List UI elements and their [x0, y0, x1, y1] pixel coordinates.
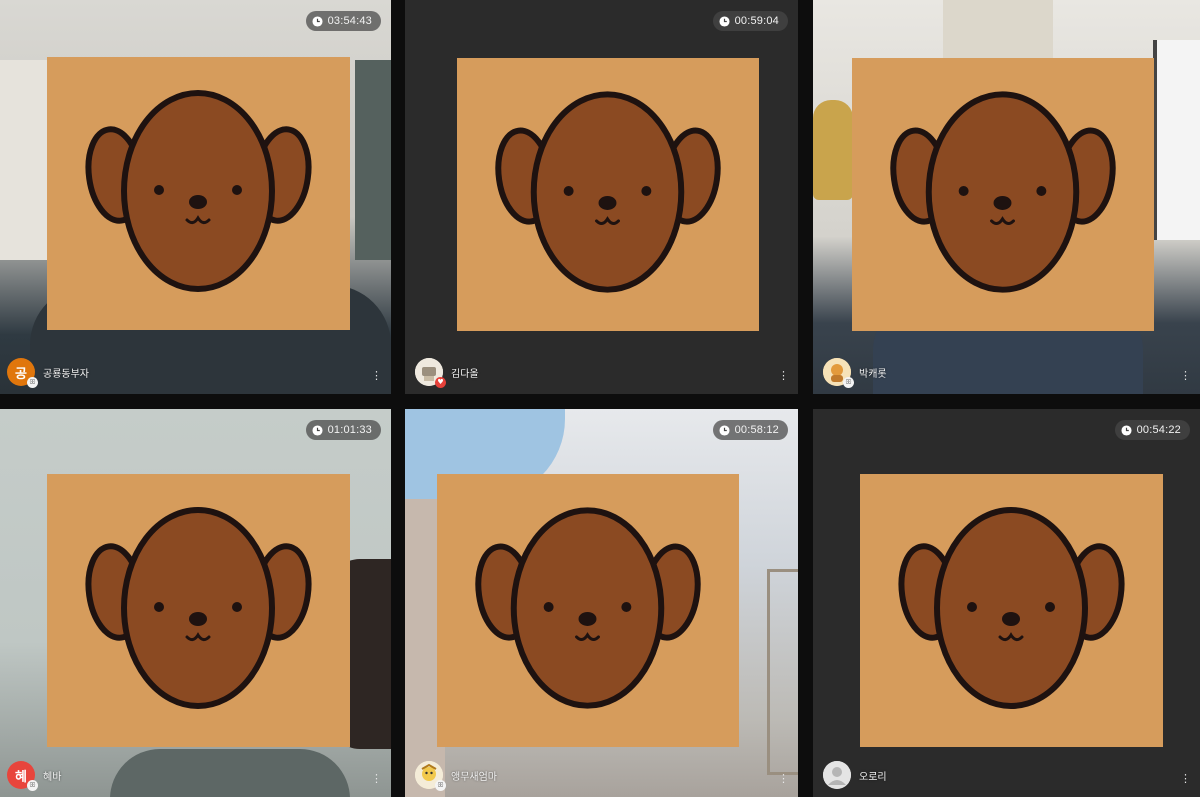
default-user-icon — [823, 761, 851, 789]
participant-label: ꕥ 박캐롯 — [823, 358, 887, 388]
avatar-initial: 공 — [15, 366, 27, 382]
avatar — [823, 761, 851, 789]
background-pillar — [355, 60, 391, 260]
session-timer: 01:01:33 — [305, 420, 381, 440]
participant-name: 박캐롯 — [859, 368, 887, 380]
avatar: 혜 ꕥ — [7, 761, 38, 791]
participant-tile[interactable]: 00:54:22 오로리 ⋮ — [813, 409, 1200, 797]
participant-name: 김다올 — [451, 368, 479, 380]
bear-face-icon — [475, 507, 701, 709]
clock-icon — [312, 15, 323, 27]
more-vertical-icon[interactable]: ⋮ — [371, 773, 382, 785]
bear-face-cover — [437, 474, 739, 747]
clock-icon — [1121, 424, 1132, 436]
timer-text: 00:58:12 — [734, 424, 779, 436]
bear-face-icon — [85, 90, 312, 292]
participant-label: 공 ꕥ 공룡동부자 — [7, 358, 89, 388]
avatar: 공 ꕥ — [7, 358, 38, 388]
background-shelf — [767, 569, 798, 775]
more-vertical-icon[interactable]: ⋮ — [778, 773, 789, 785]
participant-label: ♥ 김다올 — [415, 358, 479, 388]
background-window — [1153, 40, 1200, 240]
avatar: ꕥ — [415, 761, 446, 791]
participant-label: ꕥ 앵무새엄마 — [415, 761, 497, 791]
participant-name: 공룡동부자 — [43, 368, 89, 380]
background-pillar — [943, 0, 1053, 60]
avatar-badge-icon: ꕥ — [435, 780, 446, 791]
timer-text: 00:54:22 — [1136, 424, 1181, 436]
session-timer: 00:54:22 — [1114, 420, 1190, 440]
participant-name: 혜바 — [43, 771, 62, 783]
bear-face-cover — [852, 58, 1154, 331]
bear-face-cover — [457, 58, 759, 331]
participant-tile[interactable]: 01:01:33 혜 ꕥ 혜바 ⋮ — [0, 409, 391, 797]
session-timer: 00:58:12 — [712, 420, 788, 440]
avatar: ꕥ — [823, 358, 854, 388]
avatar-initial: 혜 — [15, 769, 27, 785]
bear-face-cover — [47, 474, 350, 747]
clock-icon — [312, 424, 323, 436]
avatar-badge-icon: ♥ — [435, 377, 446, 388]
person-silhouette — [110, 749, 350, 797]
more-vertical-icon[interactable]: ⋮ — [371, 370, 382, 382]
video-grid: 03:54:43 공 ꕥ 공룡동부자 ⋮ 00:59:04 ♥ 김다올 ⋮ ꕥ … — [0, 0, 1200, 797]
bear-face-cover — [47, 57, 350, 330]
more-vertical-icon[interactable]: ⋮ — [1180, 370, 1191, 382]
participant-name: 오로리 — [859, 771, 887, 783]
participant-tile[interactable]: 00:59:04 ♥ 김다올 ⋮ — [405, 0, 798, 394]
participant-label: 혜 ꕥ 혜바 — [7, 761, 62, 791]
participant-tile[interactable]: ꕥ 박캐롯 ⋮ — [813, 0, 1200, 394]
more-vertical-icon[interactable]: ⋮ — [1180, 773, 1191, 785]
timer-text: 01:01:33 — [327, 424, 372, 436]
participant-name: 앵무새엄마 — [451, 771, 497, 783]
bear-face-icon — [495, 91, 721, 293]
participant-tile[interactable]: 03:54:43 공 ꕥ 공룡동부자 ⋮ — [0, 0, 391, 394]
more-vertical-icon[interactable]: ⋮ — [778, 370, 789, 382]
background-statue — [813, 100, 853, 200]
clock-icon — [719, 15, 730, 27]
bear-face-icon — [85, 507, 312, 709]
avatar-badge-icon: ꕥ — [27, 780, 38, 791]
bear-face-icon — [890, 91, 1116, 293]
participant-tile[interactable]: 00:58:12 ꕥ 앵무새엄마 ⋮ — [405, 409, 798, 797]
session-timer: 03:54:43 — [305, 11, 381, 31]
clock-icon — [719, 424, 730, 436]
avatar: ♥ — [415, 358, 446, 388]
bear-face-icon — [898, 507, 1125, 709]
bear-face-cover — [860, 474, 1163, 747]
session-timer: 00:59:04 — [712, 11, 788, 31]
participant-label: 오로리 — [823, 761, 887, 789]
timer-text: 03:54:43 — [327, 15, 372, 27]
avatar-badge-icon: ꕥ — [27, 377, 38, 388]
avatar-badge-icon: ꕥ — [843, 377, 854, 388]
timer-text: 00:59:04 — [734, 15, 779, 27]
